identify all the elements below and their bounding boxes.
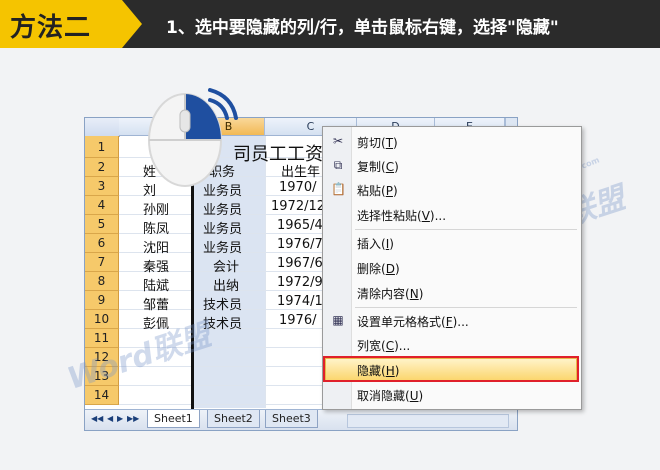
cell-name[interactable]: 陈凤: [143, 218, 169, 237]
cell-name[interactable]: 沈阳: [143, 237, 169, 256]
menu-item-paste[interactable]: 📋 粘贴(P): [323, 178, 581, 202]
cell-role[interactable]: 会计: [213, 256, 239, 275]
next-sheet-button[interactable]: ▶: [117, 414, 123, 423]
cell-birth[interactable]: 1976/7: [277, 237, 323, 252]
menu-item-clear-contents[interactable]: 清除内容(N): [323, 281, 581, 305]
cell-birth[interactable]: 出生年: [281, 161, 320, 180]
cell-role[interactable]: 技术员: [203, 313, 242, 332]
menu-item-insert[interactable]: 插入(I): [323, 231, 581, 255]
copy-icon: ⧉: [333, 158, 343, 172]
horizontal-scrollbar[interactable]: [347, 414, 509, 428]
cell-birth[interactable]: 1972/9: [277, 275, 323, 290]
hide-item-callout-frame: [323, 356, 579, 382]
sheet-tab-bar: ◀◀ ◀ ▶ ▶▶ Sheet1 Sheet2 Sheet3: [85, 409, 517, 430]
row-header[interactable]: 9: [85, 291, 119, 310]
cell-role[interactable]: 出纳: [213, 275, 239, 294]
tab-sheet3[interactable]: Sheet3: [265, 410, 318, 428]
cell-birth[interactable]: 1965/4: [277, 218, 323, 233]
cell-name[interactable]: 孙刚: [143, 199, 169, 218]
instruction-banner: 方法二 1、选中要隐藏的列/行，单击鼠标右键，选择"隐藏": [0, 0, 660, 48]
right-click-mouse-icon: [148, 88, 238, 187]
scissors-icon: ✂: [332, 134, 344, 148]
cell-role[interactable]: 业务员: [203, 218, 242, 237]
grid-column-line: [265, 136, 266, 408]
row-header[interactable]: 3: [85, 177, 119, 196]
first-sheet-button[interactable]: ◀◀: [91, 414, 103, 423]
menu-item-format-cells[interactable]: ▦ 设置单元格格式(F)...: [323, 309, 581, 333]
row-header[interactable]: 1: [85, 136, 119, 158]
cell-birth[interactable]: 1970/: [279, 180, 316, 195]
cell-name[interactable]: 邹蕾: [143, 294, 169, 313]
menu-item-column-width[interactable]: 列宽(C)...: [323, 333, 581, 357]
menu-item-unhide[interactable]: 取消隐藏(U): [323, 383, 581, 407]
select-all-corner[interactable]: [85, 118, 120, 137]
prev-sheet-button[interactable]: ◀: [107, 414, 113, 423]
cell-role[interactable]: 技术员: [203, 294, 242, 313]
cell-name[interactable]: 秦强: [143, 256, 169, 275]
cell-birth[interactable]: 1974/1: [277, 294, 323, 309]
row-header[interactable]: 4: [85, 196, 119, 215]
paste-icon: 📋: [331, 182, 346, 196]
menu-item-paste-special[interactable]: 选择性粘贴(V)...: [323, 203, 581, 227]
method-tag-text: 方法二: [10, 13, 92, 43]
format-cells-icon: ▦: [332, 313, 344, 327]
menu-item-copy[interactable]: ⧉ 复制(C): [323, 154, 581, 178]
row-header[interactable]: 7: [85, 253, 119, 272]
menu-separator: [355, 307, 577, 308]
menu-item-delete[interactable]: 删除(D): [323, 256, 581, 280]
row-header[interactable]: 6: [85, 234, 119, 253]
cell-role[interactable]: 业务员: [203, 199, 242, 218]
cell-name[interactable]: 陆斌: [143, 275, 169, 294]
tab-sheet1[interactable]: Sheet1: [147, 410, 200, 428]
tab-sheet2[interactable]: Sheet2: [207, 410, 260, 428]
last-sheet-button[interactable]: ▶▶: [127, 414, 139, 423]
cell-birth[interactable]: 1976/: [279, 313, 316, 328]
row-header[interactable]: 8: [85, 272, 119, 291]
row-header[interactable]: 5: [85, 215, 119, 234]
cell-birth[interactable]: 1967/6: [277, 256, 323, 271]
cell-birth[interactable]: 1972/12: [271, 199, 325, 214]
menu-item-cut[interactable]: ✂ 剪切(T): [323, 130, 581, 154]
method-tag: 方法二: [0, 0, 122, 48]
row-header[interactable]: 10: [85, 310, 119, 329]
menu-separator: [355, 229, 577, 230]
method-tag-arrow: [122, 0, 142, 48]
banner-title: 1、选中要隐藏的列/行，单击鼠标右键，选择"隐藏": [166, 18, 559, 38]
row-header[interactable]: 2: [85, 158, 119, 177]
cell-role[interactable]: 业务员: [203, 237, 242, 256]
